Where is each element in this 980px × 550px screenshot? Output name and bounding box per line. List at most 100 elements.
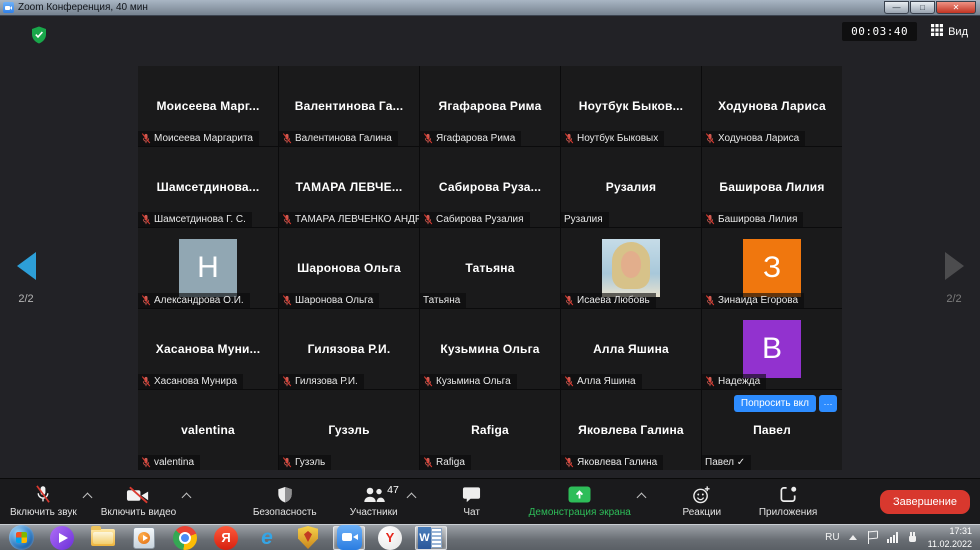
action-center-flag-icon[interactable] bbox=[866, 531, 878, 544]
view-button[interactable]: Вид bbox=[931, 24, 968, 39]
participant-tile[interactable]: Гузэль Гузэль bbox=[279, 390, 419, 470]
taskbar-yandex-browser-button[interactable] bbox=[374, 526, 406, 550]
taskbar-yandex-browser-red-button[interactable] bbox=[210, 526, 242, 550]
chat-label: Чат bbox=[463, 507, 480, 518]
taskbar-apps bbox=[0, 525, 447, 550]
muted-mic-icon bbox=[564, 133, 574, 144]
media-player-icon bbox=[133, 527, 155, 549]
participant-tag-text: Сабирова Рузалия bbox=[436, 214, 524, 225]
participant-grid: Моисеева Марг... Моисеева Маргарита Вале… bbox=[138, 66, 842, 470]
reactions-button[interactable]: Реакции bbox=[675, 485, 729, 518]
muted-mic-icon bbox=[705, 133, 715, 144]
participant-tile[interactable]: Попросить вкл ··· Павел Павел ✓ bbox=[702, 390, 842, 470]
participant-tile[interactable]: Сабирова Руза... Сабирова Рузалия bbox=[420, 147, 560, 227]
language-indicator[interactable]: RU bbox=[825, 532, 839, 543]
taskbar-word-button[interactable] bbox=[415, 526, 447, 550]
participants-button[interactable]: 47 Участники bbox=[347, 485, 401, 518]
window-title: Zoom Конференция, 40 мин bbox=[18, 2, 148, 13]
participant-tile[interactable]: Rafiga Rafiga bbox=[420, 390, 560, 470]
participant-name-tag: Яковлева Галина bbox=[561, 455, 663, 470]
taskbar-start-button[interactable] bbox=[5, 526, 37, 550]
participant-tile[interactable]: Моисеева Марг... Моисеева Маргарита bbox=[138, 66, 278, 146]
end-meeting-button[interactable]: Завершение bbox=[880, 490, 970, 514]
unmute-label: Включить звук bbox=[10, 507, 77, 518]
share-options-chevron[interactable] bbox=[636, 493, 646, 503]
participant-name-tag: Хасанова Мунира bbox=[138, 374, 243, 389]
participant-tile[interactable]: Исаева Любовь bbox=[561, 228, 701, 308]
share-screen-label: Демонстрация экрана bbox=[529, 507, 631, 518]
unmute-button[interactable]: Включить звук bbox=[10, 485, 77, 518]
apps-button[interactable]: Приложения bbox=[759, 485, 818, 518]
video-options-chevron[interactable] bbox=[182, 493, 192, 503]
participant-tile[interactable]: Шаронова Ольга Шаронова Ольга bbox=[279, 228, 419, 308]
participant-tile[interactable]: Алла Яшина Алла Яшина bbox=[561, 309, 701, 389]
zoom-app-icon bbox=[3, 2, 14, 13]
participant-tag-text: Алла Яшина bbox=[577, 376, 636, 387]
next-page-arrow[interactable] bbox=[945, 252, 964, 280]
network-signal-icon[interactable] bbox=[887, 532, 898, 543]
participant-tile[interactable]: Кузьмина Ольга Кузьмина Ольга bbox=[420, 309, 560, 389]
participant-tag-text: Ноутбук Быковых bbox=[577, 133, 658, 144]
clock[interactable]: 17:31 11.02.2022 bbox=[928, 525, 972, 549]
taskbar-alice-button[interactable] bbox=[46, 526, 78, 550]
participant-tile[interactable]: Яковлева Галина Яковлева Галина bbox=[561, 390, 701, 470]
participant-name-tag: valentina bbox=[138, 455, 200, 470]
audio-options-chevron[interactable] bbox=[82, 493, 92, 503]
tray-time: 17:31 bbox=[928, 525, 972, 537]
participant-tag-text: Ягафарова Рима bbox=[436, 133, 515, 144]
muted-mic-icon bbox=[141, 295, 151, 306]
participant-more-button[interactable]: ··· bbox=[819, 395, 837, 412]
chat-button[interactable]: Чат bbox=[445, 485, 499, 518]
taskbar-explorer-button[interactable] bbox=[87, 526, 119, 550]
participant-tile[interactable]: valentina valentina bbox=[138, 390, 278, 470]
participant-tile[interactable]: Рузалия Рузалия bbox=[561, 147, 701, 227]
participant-name-tag: Валентинова Галина bbox=[279, 131, 398, 146]
participant-tile[interactable]: З Зинаида Егорова bbox=[702, 228, 842, 308]
ask-to-unmute-button[interactable]: Попросить вкл bbox=[734, 395, 816, 412]
hidden-icons-chevron[interactable] bbox=[849, 535, 857, 540]
power-plug-icon[interactable] bbox=[907, 531, 919, 544]
participant-tile[interactable]: Ноутбук Быков... Ноутбук Быковых bbox=[561, 66, 701, 146]
participant-tag-text: Валентинова Галина bbox=[295, 133, 392, 144]
participant-name-tag: Кузьмина Ольга bbox=[420, 374, 517, 389]
taskbar-chrome-button[interactable] bbox=[169, 526, 201, 550]
participants-count: 47 bbox=[387, 484, 399, 496]
windows-taskbar: RU 17:31 11.02.2022 bbox=[0, 524, 980, 550]
participant-name-tag: Павел ✓ bbox=[702, 455, 751, 470]
participant-tile[interactable]: Ягафарова Рима Ягафарова Рима bbox=[420, 66, 560, 146]
share-screen-button[interactable]: Демонстрация экрана bbox=[529, 485, 631, 518]
participant-name-tag: Гилязова Р.И. bbox=[279, 374, 364, 389]
minimize-button[interactable]: — bbox=[884, 1, 909, 14]
participant-tile[interactable]: Баширова Лилия Баширова Лилия bbox=[702, 147, 842, 227]
participant-tile[interactable]: ТАМАРА ЛЕВЧЕ... ТАМАРА ЛЕВЧЕНКО АНДР... bbox=[279, 147, 419, 227]
participant-tile[interactable]: Хасанова Муни... Хасанова Мунира bbox=[138, 309, 278, 389]
taskbar-zoom-button[interactable] bbox=[333, 526, 365, 550]
page-indicator-left: 2/2 bbox=[6, 293, 46, 305]
participant-tag-text: ТАМАРА ЛЕВЧЕНКО АНДР... bbox=[295, 214, 419, 225]
taskbar-media-player-button[interactable] bbox=[128, 526, 160, 550]
muted-mic-icon bbox=[141, 376, 151, 387]
muted-mic-icon bbox=[564, 457, 574, 468]
participant-tile[interactable]: Ходунова Лариса Ходунова Лариса bbox=[702, 66, 842, 146]
participant-tile[interactable]: Татьяна Татьяна bbox=[420, 228, 560, 308]
muted-mic-icon bbox=[423, 214, 433, 225]
participant-tile[interactable]: Валентинова Га... Валентинова Галина bbox=[279, 66, 419, 146]
participant-tile[interactable]: Шамсетдинова... Шамсетдинова Г. С. bbox=[138, 147, 278, 227]
close-button[interactable]: ✕ bbox=[936, 1, 976, 14]
participant-tile[interactable]: Н Александрова О.И. bbox=[138, 228, 278, 308]
participant-name-tag: Сабирова Рузалия bbox=[420, 212, 530, 227]
participant-tile[interactable]: Гилязова Р.И. Гилязова Р.И. bbox=[279, 309, 419, 389]
participant-tile[interactable]: В Надежда bbox=[702, 309, 842, 389]
taskbar-internet-explorer-button[interactable] bbox=[251, 526, 283, 550]
participants-chevron[interactable] bbox=[406, 493, 416, 503]
participant-name-tag: Баширова Лилия bbox=[702, 212, 803, 227]
window-titlebar: Zoom Конференция, 40 мин — □ ✕ bbox=[0, 0, 980, 16]
start-video-button[interactable]: Включить видео bbox=[101, 485, 177, 518]
security-button[interactable]: Безопасность bbox=[253, 485, 317, 518]
muted-mic-icon bbox=[705, 295, 715, 306]
security-label: Безопасность bbox=[253, 507, 317, 518]
prev-page-arrow[interactable] bbox=[17, 252, 36, 280]
taskbar-game-button[interactable] bbox=[292, 526, 324, 550]
meeting-timer: 00:03:40 bbox=[842, 22, 917, 41]
maximize-button[interactable]: □ bbox=[910, 1, 935, 14]
